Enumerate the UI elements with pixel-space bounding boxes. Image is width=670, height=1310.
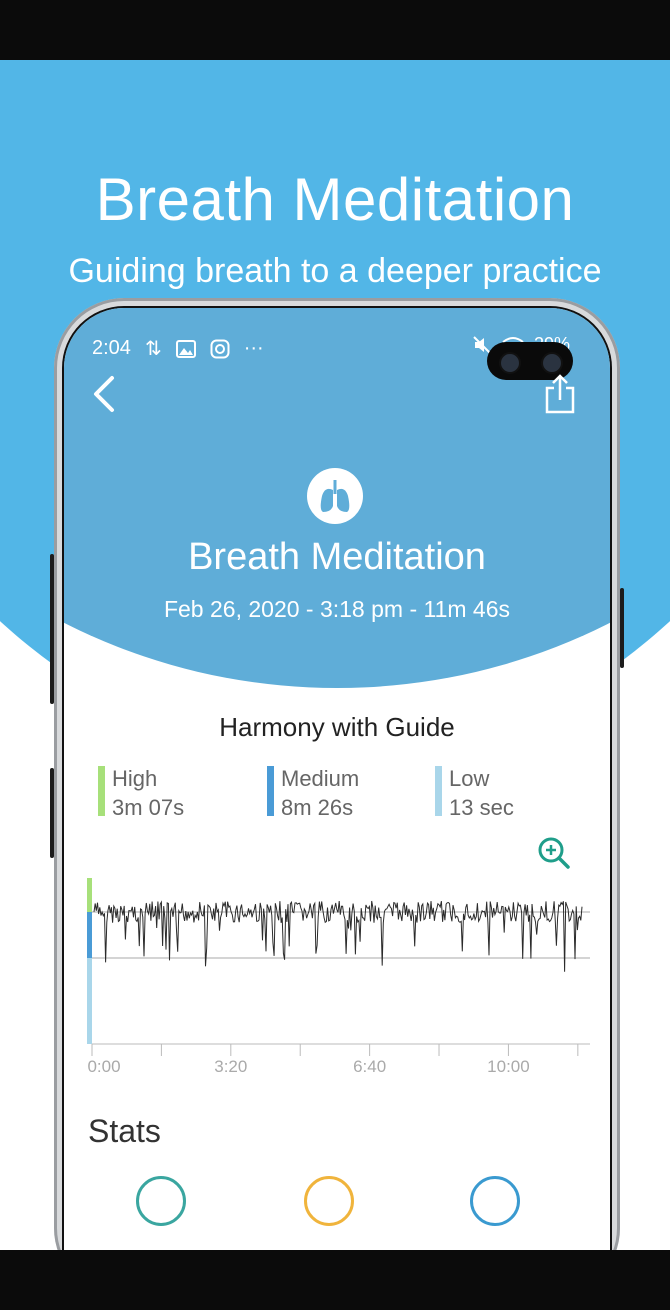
legend-high-label: High bbox=[112, 766, 158, 791]
bixby-button bbox=[50, 768, 54, 858]
x-tick-label: 10:00 bbox=[487, 1057, 530, 1076]
legend-medium-swatch bbox=[267, 766, 274, 816]
legend-low: Low 13 sec bbox=[435, 764, 514, 822]
share-icon[interactable] bbox=[544, 374, 576, 414]
x-tick-label: 6:40 bbox=[353, 1057, 386, 1076]
promo-title: Breath Meditation bbox=[95, 166, 575, 233]
x-axis-ticks bbox=[91, 1044, 579, 1056]
legend-medium: Medium 8m 26s bbox=[267, 764, 359, 822]
level-band-high bbox=[87, 878, 92, 912]
legend-medium-value: 8m 26s bbox=[281, 795, 354, 820]
stat-circle-2 bbox=[304, 1176, 354, 1226]
promo-subtitle: Guiding breath to a deeper practice bbox=[68, 252, 602, 290]
stat-circle-1 bbox=[136, 1176, 186, 1226]
phone-frame: 2:04 ⇅ ··· 29% Breath Me bbox=[50, 298, 624, 1308]
zoom-in-icon[interactable] bbox=[537, 836, 571, 870]
instagram-icon bbox=[210, 339, 230, 358]
legend-high: High 3m 07s bbox=[98, 764, 184, 822]
status-bar-left: 2:04 ⇅ ··· bbox=[92, 336, 264, 361]
stats-heading: Stats bbox=[88, 1113, 161, 1149]
legend-low-swatch bbox=[435, 766, 442, 816]
session-info: Feb 26, 2020 - 3:18 pm - 11m 46s bbox=[163, 596, 511, 622]
legend-low-label: Low bbox=[449, 766, 490, 791]
power-button bbox=[620, 588, 624, 668]
legend-high-value: 3m 07s bbox=[112, 795, 185, 820]
legend-high-swatch bbox=[98, 766, 105, 816]
lungs-icon bbox=[307, 468, 363, 524]
volume-button bbox=[50, 554, 54, 704]
x-tick-label: 0:00 bbox=[87, 1057, 120, 1076]
gallery-icon bbox=[175, 339, 196, 358]
legend-low-value: 13 sec bbox=[449, 795, 514, 820]
data-transfer-icon: ⇅ bbox=[144, 338, 162, 360]
top-black-bar bbox=[0, 0, 670, 60]
stat-circle-3 bbox=[470, 1176, 520, 1226]
session-title: Breath Meditation bbox=[188, 536, 486, 578]
bottom-black-bar bbox=[0, 1250, 670, 1310]
phone-screen: 2:04 ⇅ ··· 29% Breath Me bbox=[64, 308, 610, 1308]
legend-medium-label: Medium bbox=[281, 766, 360, 791]
x-tick-labels: 0:00 3:20 6:40 10:00 bbox=[87, 1057, 529, 1076]
level-band-low bbox=[87, 958, 92, 1044]
x-tick-label: 3:20 bbox=[214, 1057, 247, 1076]
level-band-medium bbox=[87, 912, 92, 958]
back-arrow-icon[interactable] bbox=[90, 374, 118, 414]
harmony-chart[interactable]: 0:00 3:20 6:40 10:00 bbox=[84, 878, 594, 1093]
harmony-title: Harmony with Guide bbox=[219, 712, 455, 742]
more-notifications-icon: ··· bbox=[243, 337, 264, 359]
status-time: 2:04 bbox=[92, 337, 131, 359]
